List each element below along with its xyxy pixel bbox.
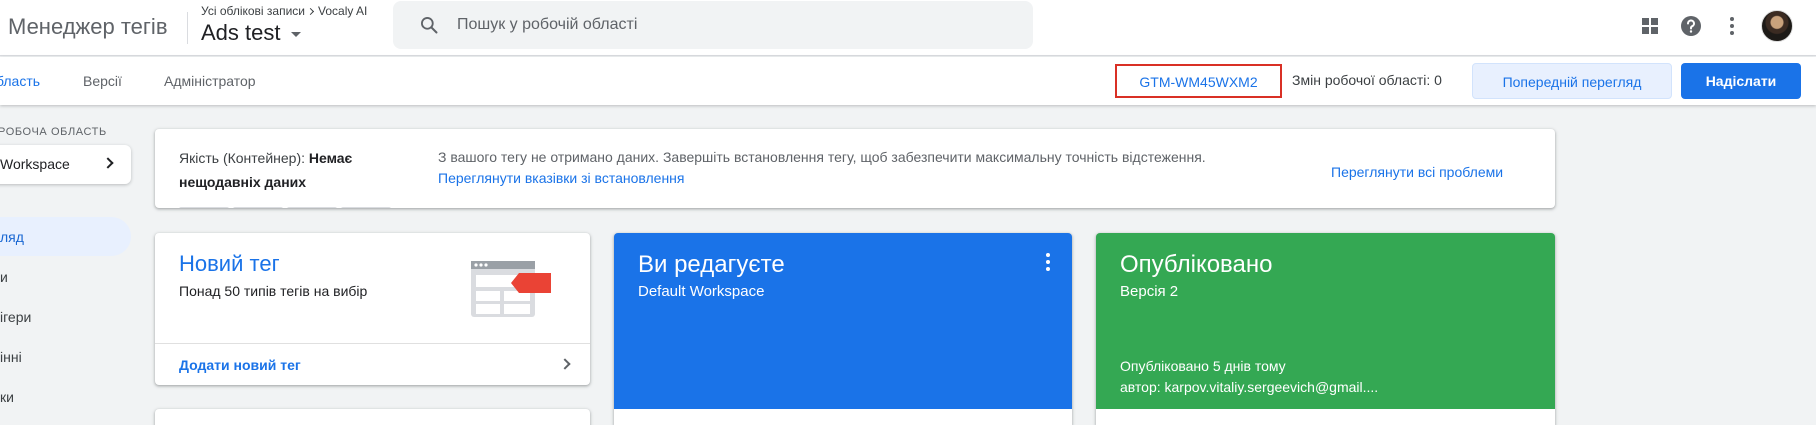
new-tag-card[interactable]: Новий тег Понад 50 типів тегів на вибір …	[155, 233, 590, 385]
more-vert-icon[interactable]	[1720, 14, 1744, 38]
sidebar-item-triggers[interactable]: ігери	[0, 309, 31, 325]
preview-button[interactable]: Попередній перегляд	[1472, 63, 1672, 99]
quality-card: Якість (Контейнер): Немає нещодавніх дан…	[155, 129, 1555, 208]
search-input[interactable]: Пошук у робочій області	[393, 1, 1033, 49]
workspace-selector[interactable]: Workspace	[0, 145, 131, 184]
view-all-issues-link[interactable]: Переглянути всі проблеми	[1331, 164, 1503, 180]
new-tag-title[interactable]: Новий тег	[179, 251, 280, 277]
avatar[interactable]	[1761, 10, 1793, 42]
published-title: Опубліковано	[1120, 251, 1273, 278]
published-card-body	[1096, 409, 1555, 425]
workspace-label: РОБОЧА ОБЛАСТЬ	[0, 126, 107, 138]
editing-workspace-card: Ви редагуєте Default Workspace	[614, 233, 1072, 425]
tab-versions[interactable]: Версії	[83, 73, 122, 89]
caret-down-icon[interactable]	[291, 32, 301, 37]
submit-button[interactable]: Надіслати	[1681, 63, 1801, 99]
chevron-right-icon[interactable]	[559, 358, 571, 370]
editing-card-body	[614, 409, 1072, 425]
new-tag-subtitle: Понад 50 типів тегів на вибір	[179, 283, 368, 299]
breadcrumb-account[interactable]: Vocaly AI	[318, 4, 367, 18]
editing-title: Ви редагуєте	[638, 251, 785, 278]
divider	[155, 343, 590, 344]
next-card	[155, 409, 590, 425]
published-date: Опубліковано 5 днів тому	[1120, 358, 1286, 374]
sidebar-item-tags[interactable]: и	[0, 269, 8, 285]
breadcrumb[interactable]: Усі облікові записи Vocaly AI	[201, 4, 367, 18]
published-version[interactable]: Версія 2	[1120, 283, 1178, 300]
sidebar-item-overview-label[interactable]: ляд	[0, 229, 24, 245]
divider	[187, 12, 188, 44]
top-app-bar: Менеджер тегів Усі облікові записи Vocaly…	[0, 0, 1816, 56]
search-icon	[421, 17, 438, 34]
more-vert-icon[interactable]	[1046, 253, 1050, 274]
workspace-changes: Змін робочої області: 0	[1292, 72, 1442, 88]
quality-status: Якість (Контейнер): Немає нещодавніх дан…	[179, 150, 353, 190]
editing-workspace-name: Default Workspace	[638, 283, 765, 300]
sidebar-item-folders[interactable]: ки	[0, 389, 14, 405]
tag-manager-page: Менеджер тегів Усі облікові записи Vocaly…	[0, 0, 1816, 425]
tab-workspace[interactable]: бласть	[0, 73, 40, 89]
workspace-navbar: бласть Версії Адміністратор GTM-WM45WXM2…	[0, 57, 1816, 105]
app-title[interactable]: Менеджер тегів	[8, 14, 168, 40]
published-author: автор: karpov.vitaliy.sergeevich@gmail..…	[1120, 379, 1379, 395]
tag-illustration-icon	[471, 261, 551, 317]
apps-grid-icon[interactable]	[1638, 14, 1662, 38]
container-selector[interactable]: Ads test	[201, 20, 280, 46]
quality-meter	[179, 198, 395, 208]
published-card: Опубліковано Версія 2 Опубліковано 5 дні…	[1096, 233, 1555, 425]
container-id-highlight: GTM-WM45WXM2	[1115, 64, 1282, 98]
quality-message: З вашого тегу не отримано даних. Заверші…	[438, 149, 1206, 165]
chevron-right-icon	[306, 7, 315, 16]
search-placeholder: Пошук у робочій області	[457, 16, 638, 33]
workspace-name: Workspace	[0, 156, 70, 172]
chevron-right-icon	[102, 157, 114, 169]
help-icon[interactable]	[1679, 14, 1703, 38]
add-new-tag-link[interactable]: Додати новий тег	[179, 357, 301, 373]
tab-admin[interactable]: Адміністратор	[164, 73, 256, 89]
setup-instructions-link[interactable]: Переглянути вказівки зі встановлення	[438, 170, 685, 186]
container-id[interactable]: GTM-WM45WXM2	[1117, 74, 1280, 90]
sidebar-item-variables[interactable]: інні	[0, 349, 22, 365]
breadcrumb-all-accounts[interactable]: Усі облікові записи	[201, 4, 305, 18]
